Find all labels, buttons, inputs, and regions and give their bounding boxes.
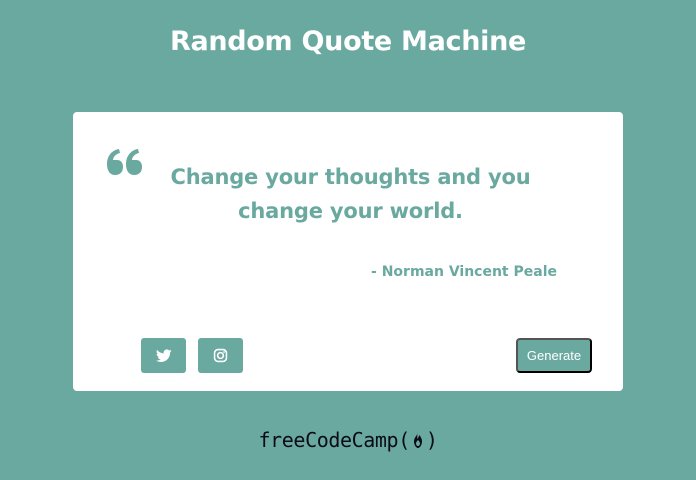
twitter-share-button[interactable] (141, 338, 186, 373)
quote-text: Change your thoughts and you change your… (170, 165, 531, 223)
quote-author: - Norman Vincent Peale (371, 264, 557, 280)
instagram-share-button[interactable] (198, 338, 243, 373)
twitter-icon (155, 348, 172, 362)
fire-icon (413, 432, 422, 448)
instagram-icon (213, 348, 228, 363)
freecodecamp-logo: freeCodeCamp( ) (259, 428, 438, 452)
quote-card: Change your thoughts and you change your… (73, 112, 623, 391)
quote-left-icon (107, 149, 142, 175)
footer-brand: freeCodeCamp( ) (0, 428, 696, 452)
brand-prefix: freeCodeCamp( (258, 428, 411, 452)
brand-suffix: ) (425, 428, 438, 452)
generate-button[interactable]: Generate (516, 338, 592, 373)
app-title: Random Quote Machine (169, 26, 527, 57)
